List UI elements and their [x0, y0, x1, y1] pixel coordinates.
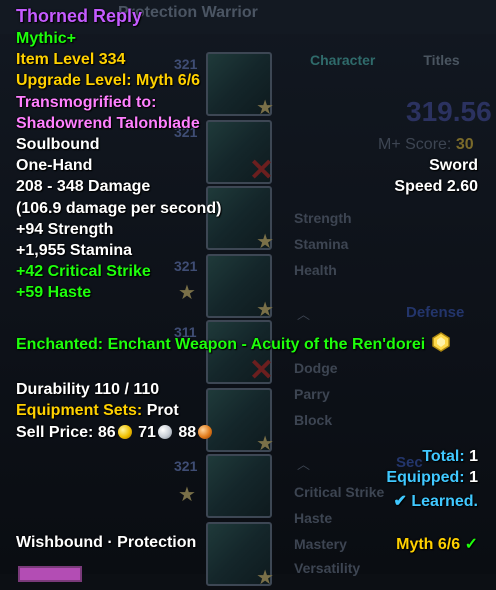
transmog-item: Shadowrend Talonblade	[16, 115, 200, 132]
binding: Soulbound	[16, 136, 100, 153]
weapon-speed: Speed 2.60	[394, 178, 478, 195]
footer-upgrade: Myth 6/6 ✓	[396, 536, 478, 553]
footer-spec: Wishbound · Protection	[16, 534, 197, 551]
item-name: Thorned Reply	[16, 6, 143, 26]
item-tooltip: Thorned Reply Mythic+ Item Level 334 Upg…	[0, 0, 496, 574]
equipment-sets: Equipment Sets: Prot	[16, 402, 179, 419]
quality-gem-icon	[431, 332, 451, 357]
checkmark-icon: ✔	[393, 493, 407, 510]
item-slot: One-Hand	[16, 157, 93, 174]
sell-price: Sell Price: 86 71 88	[16, 424, 214, 442]
durability: Durability 110 / 110	[16, 381, 160, 398]
primary-stat: +1,955 Stamina	[16, 242, 133, 259]
weapon-damage: 208 - 348 Damage	[16, 178, 151, 195]
equipped-count: Equipped: 1	[386, 469, 478, 486]
secondary-stat: +42 Critical Strike	[16, 263, 151, 280]
checkmark-icon: ✓	[464, 536, 478, 553]
item-difficulty: Mythic+	[16, 30, 77, 47]
gold-coin-icon	[117, 425, 132, 439]
weapon-dps: (106.9 damage per second)	[16, 200, 222, 217]
upgrade-level: Upgrade Level: Myth 6/6	[16, 72, 201, 89]
enchant-line: Enchanted: Enchant Weapon - Acuity of th…	[16, 332, 451, 357]
silver-coin-icon	[157, 425, 172, 439]
item-level: Item Level 334	[16, 51, 126, 68]
primary-stat: +94 Strength	[16, 221, 114, 238]
total-count: Total: 1	[422, 448, 478, 465]
learned-status: ✔ Learned.	[393, 493, 478, 510]
copper-coin-icon	[198, 425, 213, 439]
secondary-stat: +59 Haste	[16, 284, 92, 301]
item-type: Sword	[429, 157, 478, 174]
transmog-label: Transmogrified to:	[16, 94, 157, 111]
